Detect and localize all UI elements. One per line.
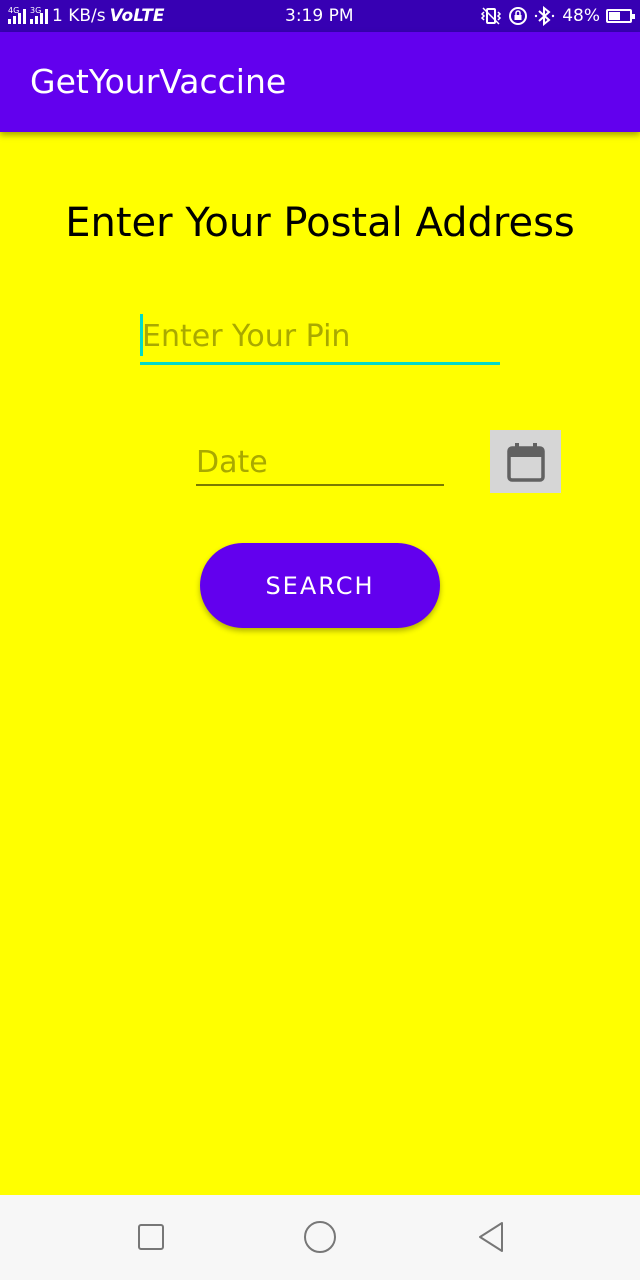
calendar-button[interactable] [490,430,561,493]
page-heading: Enter Your Postal Address [65,200,575,246]
date-field[interactable] [196,440,444,486]
network-type-2: 3G [30,6,42,15]
status-bar: 4G 3G 1 KB/s VoLTE 3:19 PM 48% [0,0,640,32]
volte-indicator: VoLTE [109,6,165,26]
date-input[interactable] [196,440,444,484]
signal-icon-sim1: 4G [8,6,26,24]
signal-icon-sim2: 3G [30,6,48,24]
recents-button[interactable] [129,1215,173,1259]
pin-field[interactable] [140,310,500,365]
search-button[interactable]: SEARCH [200,543,440,628]
text-cursor [140,314,143,356]
clock: 3:19 PM [285,6,354,26]
calendar-icon [506,442,545,482]
battery-icon [606,9,635,23]
home-button[interactable] [298,1215,342,1259]
back-triangle-icon [479,1222,503,1252]
app-bar: GetYourVaccine [0,32,640,132]
status-right: 48% [480,0,635,32]
data-speed: 1 KB/s [52,6,106,26]
battery-percent: 48% [562,6,600,26]
app-title: GetYourVaccine [30,62,287,101]
back-button[interactable] [470,1215,514,1259]
home-circle-icon [304,1221,336,1253]
recents-square-icon [138,1224,164,1250]
bluetooth-icon [535,6,555,26]
navigation-bar [0,1195,640,1280]
rotation-lock-icon [509,7,528,25]
pin-input[interactable] [140,310,500,362]
vibrate-icon [481,7,502,25]
network-type-1: 4G [8,6,20,15]
status-left: 4G 3G 1 KB/s VoLTE [8,0,164,32]
